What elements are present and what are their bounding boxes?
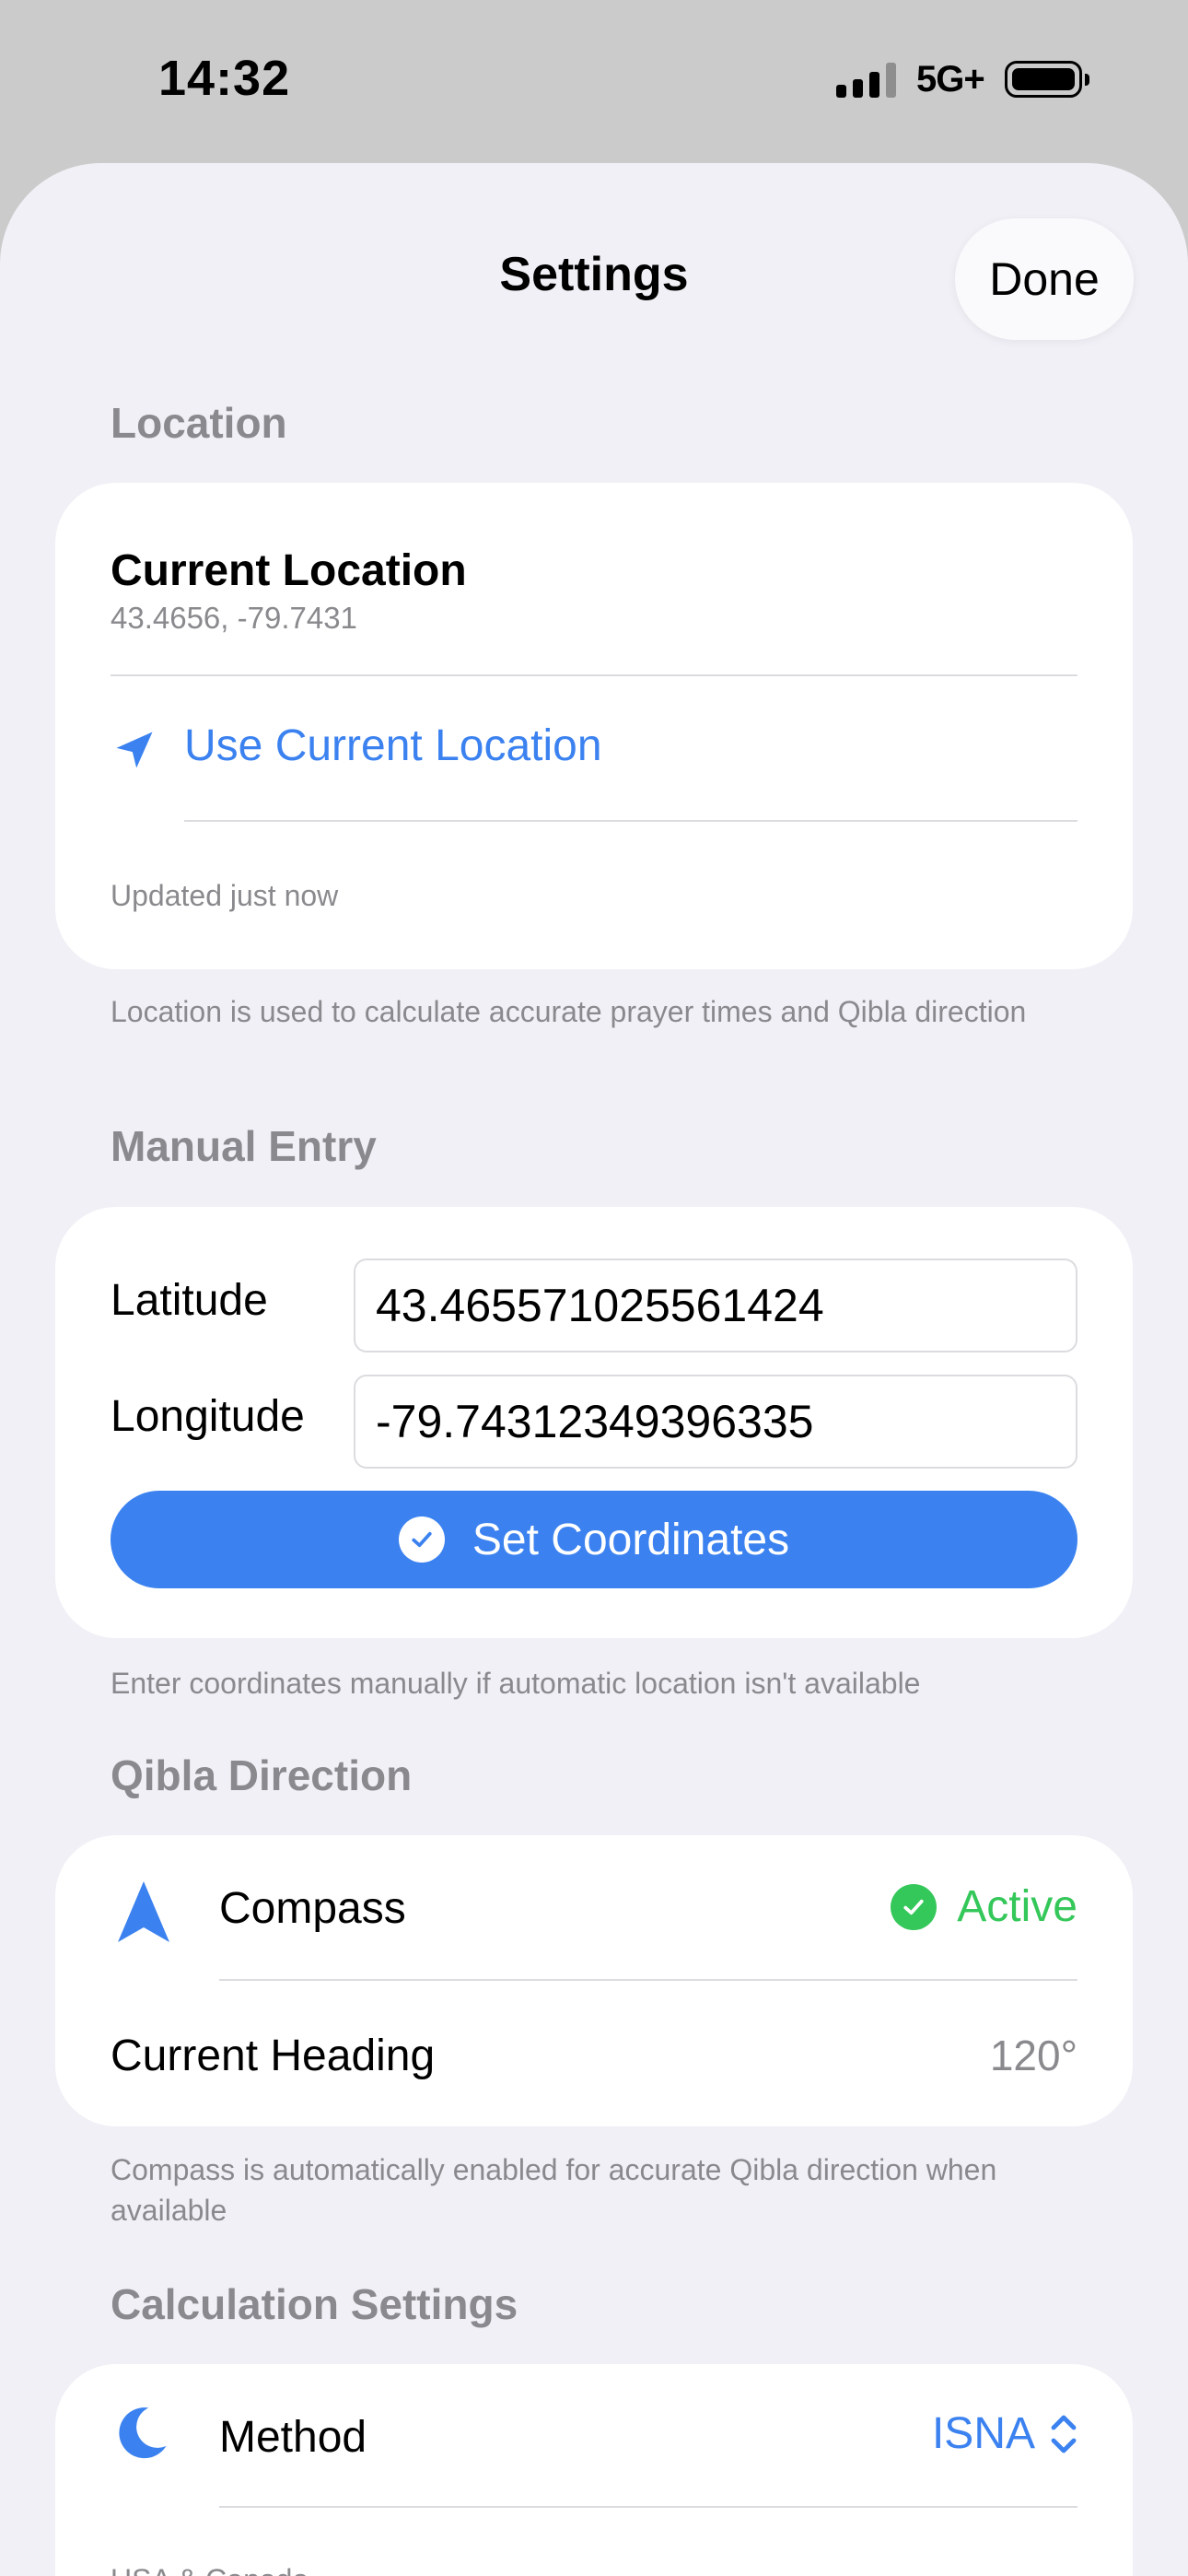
section-header-calculation: Calculation Settings — [111, 2280, 518, 2328]
set-coordinates-button[interactable]: Set Coordinates — [111, 1491, 1077, 1588]
battery-icon — [1004, 61, 1089, 98]
calculation-card: Method ISNA USA & Canada — [55, 2364, 1133, 2576]
network-type: 5G+ — [916, 58, 985, 100]
section-header-manual-entry: Manual Entry — [111, 1122, 377, 1170]
done-button[interactable]: Done — [955, 218, 1134, 340]
latitude-label: Latitude — [111, 1276, 268, 1325]
latitude-input[interactable]: 43.465571025561424 — [354, 1259, 1077, 1352]
method-value: ISNA — [931, 2409, 1035, 2458]
compass-arrow-icon — [118, 1881, 169, 1942]
compass-status: Active — [891, 1881, 1077, 1932]
divider — [184, 820, 1077, 822]
compass-status-label: Active — [957, 1882, 1077, 1931]
qibla-footer-note: Compass is automatically enabled for acc… — [111, 2153, 997, 2227]
qibla-card: Compass Active Current Heading 120° — [55, 1835, 1133, 2126]
manual-entry-card: Latitude 43.465571025561424 Longitude -7… — [55, 1207, 1133, 1638]
location-arrow-icon — [116, 732, 153, 768]
cellular-signal-icon — [836, 61, 896, 98]
divider — [219, 2506, 1077, 2508]
use-current-location-button[interactable]: Use Current Location — [111, 721, 1077, 825]
divider — [219, 1979, 1077, 1981]
set-coordinates-label: Set Coordinates — [472, 1515, 790, 1564]
longitude-label: Longitude — [111, 1392, 305, 1441]
moon-icon — [119, 2407, 167, 2459]
method-description: USA & Canada — [111, 2563, 309, 2576]
current-heading-label: Current Heading — [111, 2032, 436, 2080]
method-picker[interactable]: ISNA — [932, 2408, 1077, 2459]
current-heading-value: 120° — [989, 2032, 1077, 2079]
compass-label: Compass — [219, 1884, 406, 1933]
checkmark-circle-icon — [398, 1516, 445, 1563]
method-label: Method — [219, 2413, 367, 2462]
location-card: Current Location 43.4656, -79.7431 Use C… — [55, 483, 1133, 969]
section-header-location: Location — [111, 399, 287, 447]
checkmark-circle-icon — [891, 1883, 938, 1930]
use-current-location-label: Use Current Location — [184, 721, 602, 770]
status-indicators: 5G+ — [836, 55, 1089, 103]
manual-entry-footer-note: Enter coordinates manually if automatic … — [111, 1667, 921, 1700]
divider — [111, 674, 1077, 676]
chevron-up-down-icon — [1051, 2415, 1077, 2453]
section-header-qibla: Qibla Direction — [111, 1751, 413, 1799]
location-updated-text: Updated just now — [111, 879, 339, 912]
longitude-input[interactable]: -79.74312349396335 — [354, 1375, 1077, 1469]
status-time: 14:32 — [158, 51, 291, 106]
location-footer-note: Location is used to calculate accurate p… — [111, 995, 1027, 1028]
current-location-coords: 43.4656, -79.7431 — [111, 601, 357, 635]
current-location-title: Current Location — [111, 546, 467, 595]
